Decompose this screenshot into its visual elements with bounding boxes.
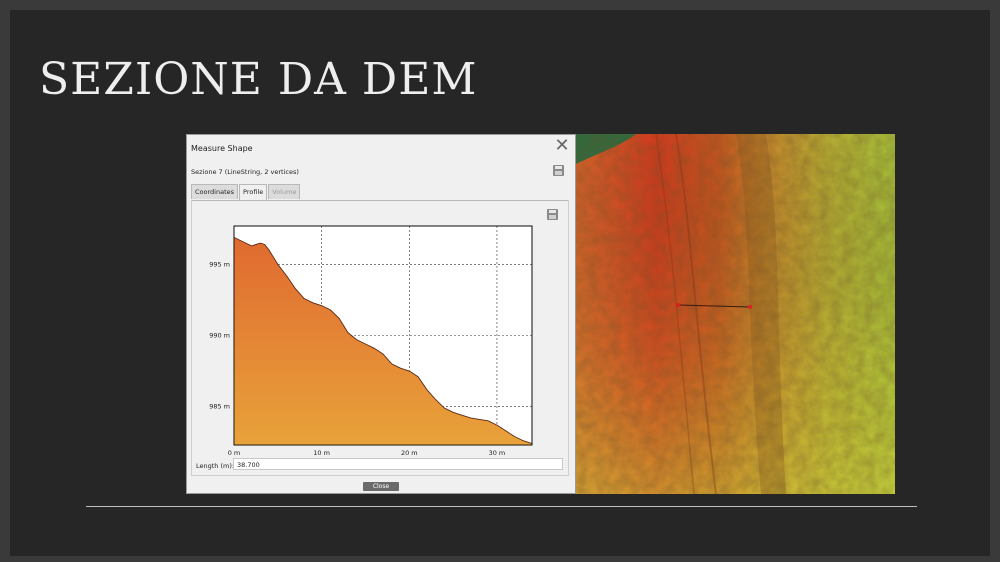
x-tick-label: 30 m	[489, 449, 506, 457]
x-tick-label: 10 m	[313, 449, 330, 457]
slide: SEZIONE DA DEM Measure Shape ✕ Sezione 7…	[10, 10, 990, 556]
slide-divider	[86, 506, 917, 507]
tab-bar: Coordinates Profile Volume	[191, 184, 301, 200]
close-button[interactable]: Close	[363, 482, 399, 491]
dem-map-image	[576, 134, 895, 494]
x-tick-label: 0 m	[228, 449, 241, 457]
y-tick-label: 985 m	[209, 403, 230, 411]
close-icon[interactable]: ✕	[554, 137, 570, 155]
y-tick-label: 995 m	[209, 260, 230, 268]
dem-raster	[576, 134, 895, 494]
slide-title: SEZIONE DA DEM	[39, 54, 478, 105]
section-vertex-start[interactable]	[676, 303, 680, 307]
profile-panel: 0 m 10 m 20 m 30 m 995 m 990 m 985 m	[191, 200, 569, 476]
tab-profile[interactable]: Profile	[239, 184, 268, 200]
y-tick-label: 990 m	[209, 332, 230, 340]
x-tick-label: 20 m	[401, 449, 418, 457]
length-label: Length (m):	[196, 462, 235, 470]
length-field[interactable]: 38.700	[233, 458, 563, 470]
dialog-title: Measure Shape	[191, 144, 253, 153]
profile-chart: 0 m 10 m 20 m 30 m 995 m 990 m 985 m	[209, 225, 533, 457]
dialog-subtitle: Sezione 7 (LineString, 2 vertices)	[191, 168, 299, 176]
measure-shape-dialog: Measure Shape ✕ Sezione 7 (LineString, 2…	[186, 134, 576, 494]
tab-coordinates[interactable]: Coordinates	[191, 184, 239, 199]
save-icon[interactable]	[553, 165, 564, 176]
tab-volume: Volume	[268, 184, 301, 199]
section-vertex-end[interactable]	[748, 305, 752, 309]
